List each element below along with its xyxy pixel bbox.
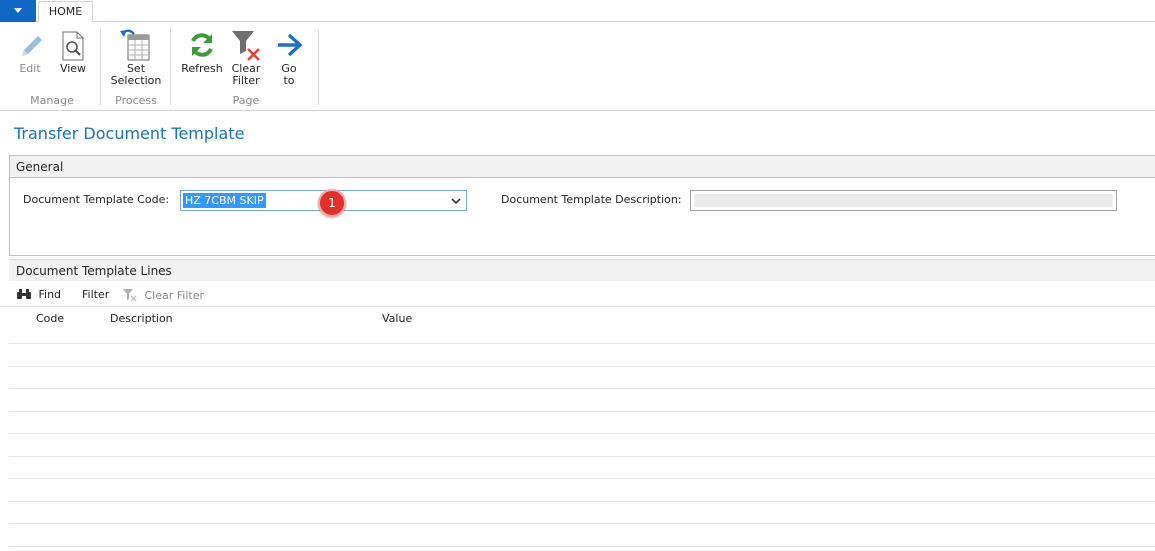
binoculars-icon bbox=[17, 289, 31, 299]
set-selection-icon bbox=[120, 29, 150, 61]
document-template-description-label: Document Template Description: bbox=[501, 193, 682, 206]
general-section-header[interactable]: General bbox=[10, 156, 1155, 178]
group-label-process: Process bbox=[115, 94, 157, 107]
lines-clear-filter-button[interactable]: Clear Filter bbox=[122, 288, 204, 302]
grid-row-divider bbox=[9, 523, 1155, 524]
app-menu-button[interactable] bbox=[0, 0, 36, 22]
grid-row-divider bbox=[9, 366, 1155, 367]
view-button[interactable]: View bbox=[56, 27, 90, 75]
column-header-value[interactable]: Value bbox=[382, 312, 412, 325]
ribbon-separator bbox=[100, 29, 101, 105]
clear-filter-button[interactable]: Clear Filter bbox=[228, 27, 264, 87]
ribbon: Edit View Manage Set Selection Process R… bbox=[0, 23, 1155, 111]
grid-row-divider bbox=[9, 456, 1155, 457]
edit-label: Edit bbox=[19, 62, 41, 75]
document-template-code-value: HZ 7CBM SKIP bbox=[183, 193, 266, 208]
ribbon-separator bbox=[170, 29, 171, 105]
chevron-down-icon[interactable] bbox=[451, 195, 461, 207]
grid-row-divider bbox=[9, 433, 1155, 434]
lines-action-bar: Find Filter Clear Filter bbox=[0, 283, 1155, 307]
grid-row-divider bbox=[9, 411, 1155, 412]
view-label: View bbox=[59, 62, 87, 75]
ribbon-separator bbox=[318, 29, 319, 105]
step-badge: 1 bbox=[318, 189, 346, 217]
find-button[interactable]: Find bbox=[16, 288, 61, 301]
group-label-page: Page bbox=[232, 94, 260, 107]
ribbon-tab-strip: HOME bbox=[0, 0, 1155, 23]
grid-row-divider bbox=[9, 388, 1155, 389]
lines-clear-filter-label: Clear Filter bbox=[144, 289, 205, 302]
pencil-icon bbox=[22, 36, 42, 56]
clear-filter-label: Clear Filter bbox=[231, 62, 261, 87]
document-template-lines-header[interactable]: Document Template Lines bbox=[9, 259, 1155, 281]
grid-row-divider bbox=[9, 343, 1155, 344]
set-selection-label: Set Selection bbox=[110, 62, 162, 87]
group-label-manage: Manage bbox=[30, 94, 74, 107]
page-title: Transfer Document Template bbox=[14, 124, 245, 143]
grid-row-divider bbox=[9, 546, 1155, 547]
column-header-code[interactable]: Code bbox=[36, 312, 64, 325]
refresh-label: Refresh bbox=[181, 62, 223, 75]
arrow-right-icon bbox=[278, 33, 303, 57]
go-to-button[interactable]: Go to bbox=[272, 27, 306, 87]
filter-button[interactable]: Filter bbox=[82, 288, 109, 301]
document-template-code-label: Document Template Code: bbox=[23, 193, 170, 206]
refresh-button[interactable]: Refresh bbox=[180, 27, 224, 75]
find-label: Find bbox=[38, 288, 62, 301]
refresh-icon bbox=[191, 33, 213, 57]
clear-filter-icon bbox=[232, 31, 260, 61]
grid-row-divider bbox=[9, 501, 1155, 502]
go-to-label: Go to bbox=[281, 62, 297, 87]
clear-filter-icon bbox=[123, 289, 137, 302]
document-template-description-field[interactable] bbox=[690, 190, 1117, 211]
set-selection-button[interactable]: Set Selection bbox=[108, 27, 164, 87]
tab-home[interactable]: HOME bbox=[38, 1, 93, 23]
view-document-icon bbox=[62, 31, 84, 61]
grid-row-divider bbox=[9, 478, 1155, 479]
column-header-description[interactable]: Description bbox=[110, 312, 173, 325]
dropdown-arrow-icon bbox=[14, 8, 22, 13]
document-template-description-value bbox=[694, 194, 1113, 207]
edit-button[interactable]: Edit bbox=[14, 27, 46, 75]
